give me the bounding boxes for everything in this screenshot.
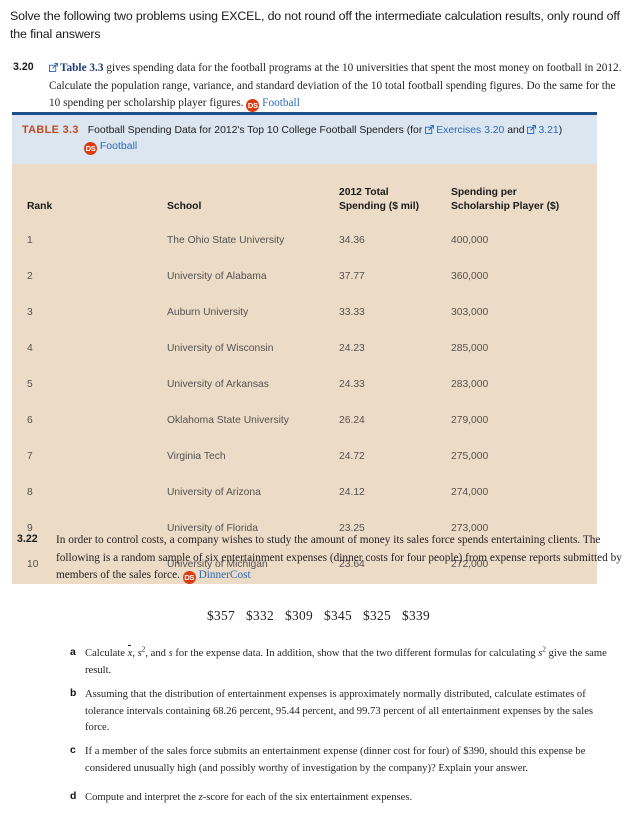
subpart-letter-d: d	[70, 791, 77, 802]
instruction-text: Solve the following two problems using E…	[10, 9, 620, 41]
exercise-number-3-20: 3.20	[13, 61, 34, 73]
cell-per-player: 275,000	[451, 450, 489, 462]
column-header-rank: Rank	[27, 200, 53, 212]
cell-rank: 4	[27, 342, 33, 354]
football-dataset-link[interactable]: Football	[262, 97, 300, 109]
expense-value: $332	[246, 608, 275, 623]
exercise-3-22-text: In order to control costs, a company wis…	[56, 534, 622, 582]
subpart-b-text: Assuming that the distribution of entert…	[85, 689, 594, 734]
cell-per-player: 274,000	[451, 486, 489, 498]
cell-school: University of Arkansas	[167, 378, 269, 390]
table-3-3: TABLE 3.3 Football Spending Data for 2012…	[12, 112, 597, 584]
subpart-a-pre: Calculate	[85, 648, 128, 659]
table-caption: TABLE 3.3 Football Spending Data for 2012…	[12, 115, 597, 164]
cell-spending: 24.72	[339, 450, 365, 462]
subpart-letter-b: b	[70, 688, 77, 699]
exercise-3-20-text: gives spending data for the football pro…	[49, 62, 622, 110]
expense-value: $357	[207, 608, 236, 623]
cell-spending: 24.12	[339, 486, 365, 498]
subpart-a-text: Calculate x, s2, and s for the expense d…	[85, 645, 607, 676]
subpart-d-post: -score for each of the six entertainment…	[202, 792, 413, 803]
football-spending-table: Rank School 2012 Total Spending ($ mil) …	[12, 164, 597, 584]
table-row: 4 University of Wisconsin 24.23 285,000	[12, 330, 597, 366]
football-dataset-link[interactable]: Football	[100, 140, 137, 152]
spending-header-line1: 2012 Total	[339, 187, 389, 198]
table-label: TABLE 3.3	[22, 124, 79, 136]
column-header-spending: 2012 Total Spending ($ mil)	[339, 164, 451, 222]
table-body: Rank School 2012 Total Spending ($ mil) …	[12, 164, 597, 584]
external-link-icon	[49, 63, 58, 72]
cell-rank: 7	[27, 450, 33, 462]
table-row: 3 Auburn University 33.33 303,000	[12, 294, 597, 330]
expense-value: $325	[362, 608, 391, 623]
cell-per-player: 285,000	[451, 342, 489, 354]
table-row: 2 University of Alabama 37.77 360,000	[12, 258, 597, 294]
column-header-school: School	[167, 200, 202, 212]
cell-rank: 2	[27, 270, 33, 282]
external-link-icon	[425, 125, 435, 134]
cell-rank: 8	[27, 486, 33, 498]
ds-dataset-icon[interactable]: DS	[182, 571, 196, 585]
table-3-3-link[interactable]: Table 3.3	[60, 62, 104, 74]
cell-school: Virginia Tech	[167, 450, 226, 462]
subpart-d-text: Compute and interpret the z-score for ea…	[85, 790, 618, 807]
table-caption-text: Football Spending Data for 2012's Top 10…	[87, 125, 426, 136]
exercise-3-20-link[interactable]: Exercises 3.20	[436, 125, 504, 136]
table-row: 5 University of Arkansas 24.33 283,000	[12, 366, 597, 402]
external-link-icon	[527, 125, 537, 134]
expense-value: $339	[401, 608, 430, 623]
dinnercost-dataset-link[interactable]: DinnerCost	[199, 569, 251, 581]
cell-per-player: 360,000	[451, 270, 489, 282]
table-rows: 1 The Ohio State University 34.36 400,000 2…	[12, 222, 597, 584]
x-bar-symbol: x	[127, 645, 132, 663]
cell-school: University of Wisconsin	[167, 342, 274, 354]
subpart-letter-a: a	[70, 647, 76, 658]
table-row: 8 University of Arizona 24.12 274,000	[12, 474, 597, 510]
subpart-c-text: If a member of the sales force submits a…	[85, 746, 586, 774]
cell-school: University of Alabama	[167, 270, 267, 282]
table-header-row: Rank School 2012 Total Spending ($ mil) …	[12, 164, 597, 222]
ds-dataset-icon[interactable]: DS	[246, 99, 260, 113]
expense-values-row: $357 $332 $309 $345 $325 $339	[0, 608, 637, 624]
cell-school: Auburn University	[167, 306, 249, 318]
table-row: 7 Virginia Tech 24.72 275,000	[12, 438, 597, 474]
cell-per-player: 283,000	[451, 378, 489, 390]
cell-spending: 24.23	[339, 342, 365, 354]
subpart-letter-c: c	[70, 745, 76, 756]
cell-school: Oklahoma State University	[167, 414, 289, 426]
ds-dataset-icon[interactable]: DS	[84, 142, 97, 155]
cell-spending: 26.24	[339, 414, 365, 426]
cell-spending: 37.77	[339, 270, 365, 282]
cell-per-player: 279,000	[451, 414, 489, 426]
cell-spending: 33.33	[339, 306, 365, 318]
exercise-3-20-body: Table 3.3 gives spending data for the fo…	[49, 60, 626, 113]
exercise-3-21-link[interactable]: 3.21	[538, 125, 558, 136]
expense-value: $309	[285, 608, 313, 623]
cell-per-player: 400,000	[451, 234, 489, 246]
cell-spending: 24.33	[339, 378, 365, 390]
table-row: 6 Oklahoma State University 26.24 279,000	[12, 402, 597, 438]
caption-close-paren: )	[558, 125, 563, 136]
expense-value: $345	[324, 608, 352, 623]
table-row: 1 The Ohio State University 34.36 400,000	[12, 222, 597, 258]
scholarship-header-line1: Spending per	[451, 187, 517, 198]
caption-conjunction: and	[504, 125, 528, 136]
subpart-d-pre: Compute and interpret the	[85, 792, 199, 803]
table-dataset-line: DS Football	[22, 139, 587, 155]
scholarship-header-line2: Scholarship Player ($)	[451, 200, 560, 212]
exercise-3-22-body: In order to control costs, a company wis…	[56, 532, 622, 585]
cell-rank: 1	[27, 234, 33, 246]
cell-spending: 34.36	[339, 234, 365, 246]
exercise-number-3-22: 3.22	[17, 533, 38, 545]
cell-rank: 5	[27, 378, 33, 390]
column-header-scholarship: Spending per Scholarship Player ($)	[451, 164, 597, 222]
cell-per-player: 303,000	[451, 306, 489, 318]
cell-rank: 6	[27, 414, 33, 426]
s-symbol: s	[168, 648, 173, 659]
cell-school: University of Arizona	[167, 486, 261, 498]
cell-school: The Ohio State University	[167, 234, 285, 246]
cell-rank: 3	[27, 306, 33, 318]
spending-header-line2: Spending ($ mil)	[339, 200, 420, 212]
